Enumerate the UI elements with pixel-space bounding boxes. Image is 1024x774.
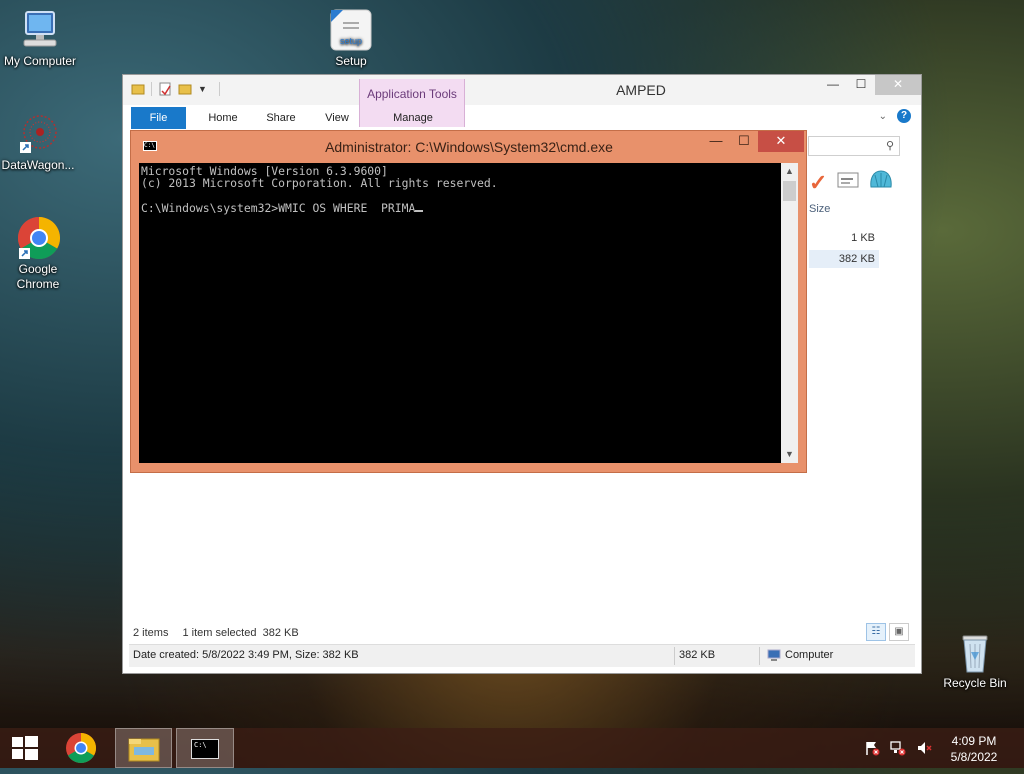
windows-logo-icon: [12, 736, 38, 760]
tab-share[interactable]: Share: [251, 107, 311, 129]
cmd-window-title: Administrator: C:\Windows\System32\cmd.e…: [325, 139, 613, 155]
folder-icon[interactable]: [131, 82, 145, 96]
cmd-maximize-button[interactable]: ☐: [730, 131, 758, 152]
details-view-icon[interactable]: ☷: [866, 623, 886, 641]
cmd-icon: C:\: [191, 739, 219, 759]
search-input[interactable]: ⚲: [808, 136, 900, 156]
taskbar-chrome[interactable]: [54, 728, 110, 768]
minimize-button[interactable]: —: [819, 75, 847, 95]
action-center-flag-icon[interactable]: [864, 740, 880, 759]
new-folder-icon[interactable]: [178, 82, 192, 96]
scroll-down-icon[interactable]: ▼: [781, 446, 798, 463]
status-summary: 2 items 1 item selected 382 KB: [133, 627, 299, 639]
cmd-icon-text: C:\: [194, 741, 207, 749]
caption-buttons: — ☐ ✕: [819, 75, 921, 95]
view-buttons: ☷ ▣: [866, 623, 909, 641]
tab-view[interactable]: View: [307, 107, 367, 129]
scroll-thumb[interactable]: [783, 181, 796, 201]
ribbon-tabs: File Home Share View Manage: [131, 107, 913, 129]
taskbar-file-explorer[interactable]: [115, 728, 172, 768]
network-icon[interactable]: [890, 740, 906, 759]
file-size-cell-selected: 382 KB: [809, 250, 879, 268]
chrome-icon: [16, 216, 61, 260]
close-button[interactable]: ✕: [875, 75, 921, 95]
large-icons-view-icon[interactable]: ▣: [889, 623, 909, 641]
cmd-window[interactable]: C:\ Administrator: C:\Windows\System32\c…: [130, 130, 807, 473]
selected-size: 382 KB: [262, 627, 299, 639]
taskbar-cmd[interactable]: C:\: [176, 728, 234, 768]
volume-muted-icon[interactable]: [916, 740, 932, 759]
cmd-close-button[interactable]: ✕: [758, 131, 804, 152]
toolbar-divider: [151, 82, 152, 96]
ribbon-right-controls: ⌄ ?: [879, 109, 911, 123]
items-count: 2 items: [133, 627, 169, 639]
file-explorer-icon: [128, 738, 160, 762]
recycle-bin-icon: [953, 630, 997, 674]
explorer-titlebar[interactable]: ▼ Application Tools AMPED — ☐ ✕: [123, 75, 921, 127]
desktop-icon-label: Google Chrome: [16, 262, 60, 291]
start-button[interactable]: [0, 728, 56, 768]
desktop-icon-my-computer[interactable]: My Computer: [0, 8, 80, 69]
desktop-icon-recycle-bin[interactable]: Recycle Bin: [935, 630, 1015, 691]
console-output[interactable]: Microsoft Windows [Version 6.3.9600] (c)…: [139, 163, 781, 463]
console-prompt-line[interactable]: C:\Windows\system32>WMIC OS WHERE PRIMA: [141, 201, 415, 215]
tab-manage[interactable]: Manage: [363, 107, 463, 129]
clock-date: 5/8/2022: [950, 750, 998, 764]
cmd-icon[interactable]: C:\: [143, 141, 157, 151]
selected-count: 1 item selected: [182, 627, 257, 639]
quick-access-toolbar: ▼: [131, 82, 220, 96]
clock-time: 4:09 PM: [951, 734, 997, 748]
tab-file[interactable]: File: [131, 107, 186, 129]
checkmark-icon[interactable]: ✓: [809, 170, 827, 196]
status-bar: Date created: 5/8/2022 3:49 PM, Size: 38…: [129, 644, 915, 667]
console-line: (c) 2013 Microsoft Corporation. All righ…: [141, 176, 498, 191]
desktop-icon-datawagon[interactable]: DataWagon...: [0, 112, 78, 173]
svg-text:setup: setup: [340, 36, 362, 46]
tray-icons: [864, 740, 932, 759]
context-tab-title: Application Tools: [367, 87, 457, 101]
details-pane-icon[interactable]: [837, 172, 859, 193]
computer-icon: [18, 8, 62, 52]
cmd-caption-buttons: — ☐ ✕: [702, 131, 804, 152]
status-divider: [674, 647, 675, 665]
status-location: Computer: [785, 649, 834, 661]
ribbon-icons: ✓: [809, 169, 893, 196]
desktop-icon-label: Recycle Bin: [943, 676, 1007, 690]
cmd-minimize-button[interactable]: —: [702, 131, 730, 152]
taskbar: C:\ 4:09 PM 5/8/2022: [0, 728, 1024, 768]
computer-small-icon: [767, 648, 781, 665]
chevron-down-icon[interactable]: ▼: [198, 84, 207, 94]
desktop-icon-label: My Computer: [3, 54, 77, 68]
column-header-size[interactable]: Size: [809, 203, 830, 215]
desktop-icon-setup[interactable]: setup Setup: [311, 8, 391, 69]
window-title: AMPED: [616, 82, 666, 98]
chrome-icon: [66, 733, 97, 764]
search-icon: ⚲: [885, 140, 894, 152]
clock[interactable]: 4:09 PM 5/8/2022: [944, 733, 1004, 765]
status-details: Date created: 5/8/2022 3:49 PM, Size: 38…: [133, 649, 359, 661]
scroll-up-icon[interactable]: ▲: [781, 163, 798, 180]
expand-ribbon-icon[interactable]: ⌄: [879, 111, 887, 122]
cmd-titlebar[interactable]: C:\ Administrator: C:\Windows\System32\c…: [131, 131, 806, 161]
help-icon[interactable]: ?: [897, 109, 911, 123]
console-scrollbar[interactable]: ▲ ▼: [781, 163, 798, 463]
toolbar-divider: [218, 82, 220, 96]
properties-icon[interactable]: [158, 82, 172, 96]
file-size-cell: 1 KB: [851, 232, 875, 244]
datawagon-icon: [16, 112, 60, 156]
desktop-icon-google-chrome[interactable]: Google Chrome: [0, 216, 78, 292]
maximize-button[interactable]: ☐: [847, 75, 875, 95]
desktop-icon-label: DataWagon...: [1, 158, 75, 172]
tab-home[interactable]: Home: [193, 107, 253, 129]
setup-icon: setup: [329, 8, 373, 52]
status-size: 382 KB: [679, 649, 716, 661]
shell-icon[interactable]: [869, 169, 893, 196]
status-divider: [759, 647, 760, 665]
desktop-icon-label: Setup: [335, 54, 367, 68]
text-cursor: [415, 210, 424, 213]
